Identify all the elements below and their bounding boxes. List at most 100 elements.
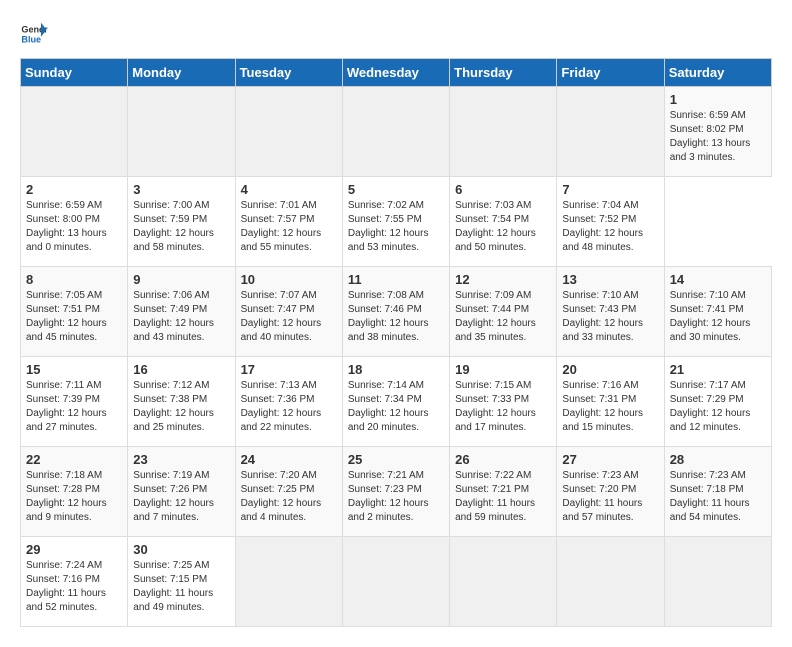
day-number: 26 (455, 452, 551, 467)
day-number: 18 (348, 362, 444, 377)
calendar-cell: 22 Sunrise: 7:18 AMSunset: 7:28 PMDaylig… (21, 447, 128, 537)
day-info: Sunrise: 7:14 AMSunset: 7:34 PMDaylight:… (348, 379, 444, 435)
day-number: 1 (670, 92, 766, 107)
day-info: Sunrise: 7:15 AMSunset: 7:33 PMDaylight:… (455, 379, 551, 435)
day-info: Sunrise: 7:06 AMSunset: 7:49 PMDaylight:… (133, 289, 229, 345)
day-number: 15 (26, 362, 122, 377)
calendar-cell (21, 87, 128, 177)
calendar-cell: 23 Sunrise: 7:19 AMSunset: 7:26 PMDaylig… (128, 447, 235, 537)
svg-text:Blue: Blue (21, 34, 41, 44)
calendar-cell (450, 537, 557, 627)
calendar-cell (557, 87, 664, 177)
day-info: Sunrise: 7:08 AMSunset: 7:46 PMDaylight:… (348, 289, 444, 345)
calendar-cell: 20 Sunrise: 7:16 AMSunset: 7:31 PMDaylig… (557, 357, 664, 447)
day-number: 11 (348, 272, 444, 287)
calendar-cell: 6 Sunrise: 7:03 AMSunset: 7:54 PMDayligh… (450, 177, 557, 267)
day-info: Sunrise: 7:04 AMSunset: 7:52 PMDaylight:… (562, 199, 658, 255)
day-number: 22 (26, 452, 122, 467)
calendar-cell: 13 Sunrise: 7:10 AMSunset: 7:43 PMDaylig… (557, 267, 664, 357)
column-header-thursday: Thursday (450, 59, 557, 87)
day-number: 27 (562, 452, 658, 467)
calendar-cell: 12 Sunrise: 7:09 AMSunset: 7:44 PMDaylig… (450, 267, 557, 357)
day-number: 10 (241, 272, 337, 287)
day-info: Sunrise: 7:01 AMSunset: 7:57 PMDaylight:… (241, 199, 337, 255)
calendar-week-row: 29 Sunrise: 7:24 AMSunset: 7:16 PMDaylig… (21, 537, 772, 627)
day-number: 24 (241, 452, 337, 467)
calendar-cell: 18 Sunrise: 7:14 AMSunset: 7:34 PMDaylig… (342, 357, 449, 447)
day-info: Sunrise: 7:10 AMSunset: 7:43 PMDaylight:… (562, 289, 658, 345)
day-number: 19 (455, 362, 551, 377)
day-info: Sunrise: 7:09 AMSunset: 7:44 PMDaylight:… (455, 289, 551, 345)
day-number: 14 (670, 272, 766, 287)
column-header-saturday: Saturday (664, 59, 771, 87)
calendar-cell (235, 537, 342, 627)
calendar-cell: 15 Sunrise: 7:11 AMSunset: 7:39 PMDaylig… (21, 357, 128, 447)
calendar-cell: 26 Sunrise: 7:22 AMSunset: 7:21 PMDaylig… (450, 447, 557, 537)
calendar-cell (664, 537, 771, 627)
day-info: Sunrise: 7:24 AMSunset: 7:16 PMDaylight:… (26, 559, 122, 615)
day-info: Sunrise: 7:18 AMSunset: 7:28 PMDaylight:… (26, 469, 122, 525)
calendar-cell (235, 87, 342, 177)
calendar-table: SundayMondayTuesdayWednesdayThursdayFrid… (20, 58, 772, 627)
day-number: 9 (133, 272, 229, 287)
calendar-cell: 2 Sunrise: 6:59 AMSunset: 8:00 PMDayligh… (21, 177, 128, 267)
day-number: 17 (241, 362, 337, 377)
calendar-cell: 9 Sunrise: 7:06 AMSunset: 7:49 PMDayligh… (128, 267, 235, 357)
day-info: Sunrise: 7:05 AMSunset: 7:51 PMDaylight:… (26, 289, 122, 345)
day-info: Sunrise: 6:59 AMSunset: 8:02 PMDaylight:… (670, 109, 766, 165)
day-number: 29 (26, 542, 122, 557)
day-info: Sunrise: 7:00 AMSunset: 7:59 PMDaylight:… (133, 199, 229, 255)
day-info: Sunrise: 7:23 AMSunset: 7:18 PMDaylight:… (670, 469, 766, 525)
day-info: Sunrise: 7:16 AMSunset: 7:31 PMDaylight:… (562, 379, 658, 435)
day-info: Sunrise: 7:02 AMSunset: 7:55 PMDaylight:… (348, 199, 444, 255)
calendar-cell: 5 Sunrise: 7:02 AMSunset: 7:55 PMDayligh… (342, 177, 449, 267)
day-number: 20 (562, 362, 658, 377)
calendar-cell: 27 Sunrise: 7:23 AMSunset: 7:20 PMDaylig… (557, 447, 664, 537)
day-number: 16 (133, 362, 229, 377)
day-number: 8 (26, 272, 122, 287)
day-info: Sunrise: 7:10 AMSunset: 7:41 PMDaylight:… (670, 289, 766, 345)
day-info: Sunrise: 7:22 AMSunset: 7:21 PMDaylight:… (455, 469, 551, 525)
calendar-cell: 8 Sunrise: 7:05 AMSunset: 7:51 PMDayligh… (21, 267, 128, 357)
calendar-cell: 4 Sunrise: 7:01 AMSunset: 7:57 PMDayligh… (235, 177, 342, 267)
calendar-cell: 19 Sunrise: 7:15 AMSunset: 7:33 PMDaylig… (450, 357, 557, 447)
calendar-cell (342, 537, 449, 627)
day-number: 3 (133, 182, 229, 197)
day-number: 6 (455, 182, 551, 197)
calendar-header-row: SundayMondayTuesdayWednesdayThursdayFrid… (21, 59, 772, 87)
calendar-week-row: 2 Sunrise: 6:59 AMSunset: 8:00 PMDayligh… (21, 177, 772, 267)
day-info: Sunrise: 6:59 AMSunset: 8:00 PMDaylight:… (26, 199, 122, 255)
calendar-cell: 14 Sunrise: 7:10 AMSunset: 7:41 PMDaylig… (664, 267, 771, 357)
logo: General Blue (20, 20, 48, 48)
column-header-wednesday: Wednesday (342, 59, 449, 87)
calendar-cell (342, 87, 449, 177)
calendar-week-row: 15 Sunrise: 7:11 AMSunset: 7:39 PMDaylig… (21, 357, 772, 447)
calendar-week-row: 1 Sunrise: 6:59 AMSunset: 8:02 PMDayligh… (21, 87, 772, 177)
day-number: 12 (455, 272, 551, 287)
day-info: Sunrise: 7:20 AMSunset: 7:25 PMDaylight:… (241, 469, 337, 525)
day-info: Sunrise: 7:12 AMSunset: 7:38 PMDaylight:… (133, 379, 229, 435)
calendar-cell: 21 Sunrise: 7:17 AMSunset: 7:29 PMDaylig… (664, 357, 771, 447)
column-header-sunday: Sunday (21, 59, 128, 87)
day-number: 28 (670, 452, 766, 467)
calendar-cell: 3 Sunrise: 7:00 AMSunset: 7:59 PMDayligh… (128, 177, 235, 267)
logo-icon: General Blue (20, 20, 48, 48)
day-number: 23 (133, 452, 229, 467)
calendar-cell (128, 87, 235, 177)
calendar-cell: 10 Sunrise: 7:07 AMSunset: 7:47 PMDaylig… (235, 267, 342, 357)
day-info: Sunrise: 7:11 AMSunset: 7:39 PMDaylight:… (26, 379, 122, 435)
day-info: Sunrise: 7:21 AMSunset: 7:23 PMDaylight:… (348, 469, 444, 525)
day-info: Sunrise: 7:25 AMSunset: 7:15 PMDaylight:… (133, 559, 229, 615)
column-header-monday: Monday (128, 59, 235, 87)
calendar-cell: 1 Sunrise: 6:59 AMSunset: 8:02 PMDayligh… (664, 87, 771, 177)
calendar-cell: 29 Sunrise: 7:24 AMSunset: 7:16 PMDaylig… (21, 537, 128, 627)
day-number: 5 (348, 182, 444, 197)
day-info: Sunrise: 7:23 AMSunset: 7:20 PMDaylight:… (562, 469, 658, 525)
calendar-cell (557, 537, 664, 627)
page-header: General Blue (20, 20, 772, 48)
day-number: 21 (670, 362, 766, 377)
calendar-cell: 7 Sunrise: 7:04 AMSunset: 7:52 PMDayligh… (557, 177, 664, 267)
calendar-cell: 30 Sunrise: 7:25 AMSunset: 7:15 PMDaylig… (128, 537, 235, 627)
day-info: Sunrise: 7:17 AMSunset: 7:29 PMDaylight:… (670, 379, 766, 435)
day-number: 25 (348, 452, 444, 467)
